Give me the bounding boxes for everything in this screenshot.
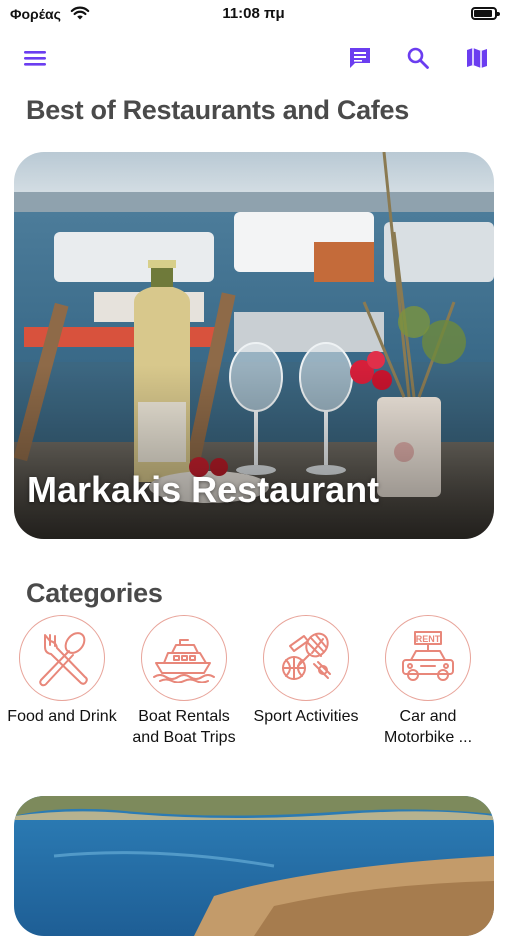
map-icon [467,48,487,68]
category-label: Food and Drink [7,708,117,725]
category-icon-circle [19,615,105,701]
status-bar: Φορέας 11:08 πμ [0,0,507,30]
category-sport-activities[interactable]: Sport Activities [245,615,367,727]
category-icon-circle [141,615,227,701]
category-car-and-motorbike[interactable]: RENT Car and Motorbike ... [367,615,489,748]
categories-carousel[interactable]: Food and Drink Boat Rentals and Boat Tri… [0,615,507,765]
category-food-and-drink[interactable]: Food and Drink [1,615,123,727]
category-partial[interactable]: T [489,615,507,727]
search-icon [407,47,429,69]
category-boat-rentals[interactable]: Boat Rentals and Boat Trips [123,615,245,748]
chat-button[interactable] [342,40,378,76]
boat-icon [153,639,215,683]
category-label: Boat Rentals and Boat Trips [132,708,236,746]
featured-card-beach[interactable] [14,796,494,936]
section-title-featured: Best of Restaurants and Cafes [26,95,409,125]
category-label: T [489,706,507,727]
sports-icon [282,632,331,680]
category-label: Sport Activities [253,708,359,725]
car-rent-icon: RENT [402,631,454,681]
battery-icon [471,7,500,20]
map-button[interactable] [459,40,495,76]
section-title-categories: Categories [26,578,163,608]
chat-icon [350,48,370,68]
top-toolbar [0,40,507,80]
category-label: Car and Motorbike ... [383,708,473,746]
beach-photo [14,796,494,936]
menu-icon [24,51,46,66]
category-icon-circle: RENT [385,615,471,701]
featured-card[interactable]: Markakis Restaurant [14,152,494,539]
category-icon-circle [263,615,349,701]
featured-item-name: Markakis Restaurant [27,469,380,510]
menu-button[interactable] [17,40,53,76]
svg-text:RENT: RENT [416,634,441,644]
fork-spoon-icon [39,632,88,687]
search-button[interactable] [400,40,436,76]
clock: 11:08 πμ [222,5,285,22]
